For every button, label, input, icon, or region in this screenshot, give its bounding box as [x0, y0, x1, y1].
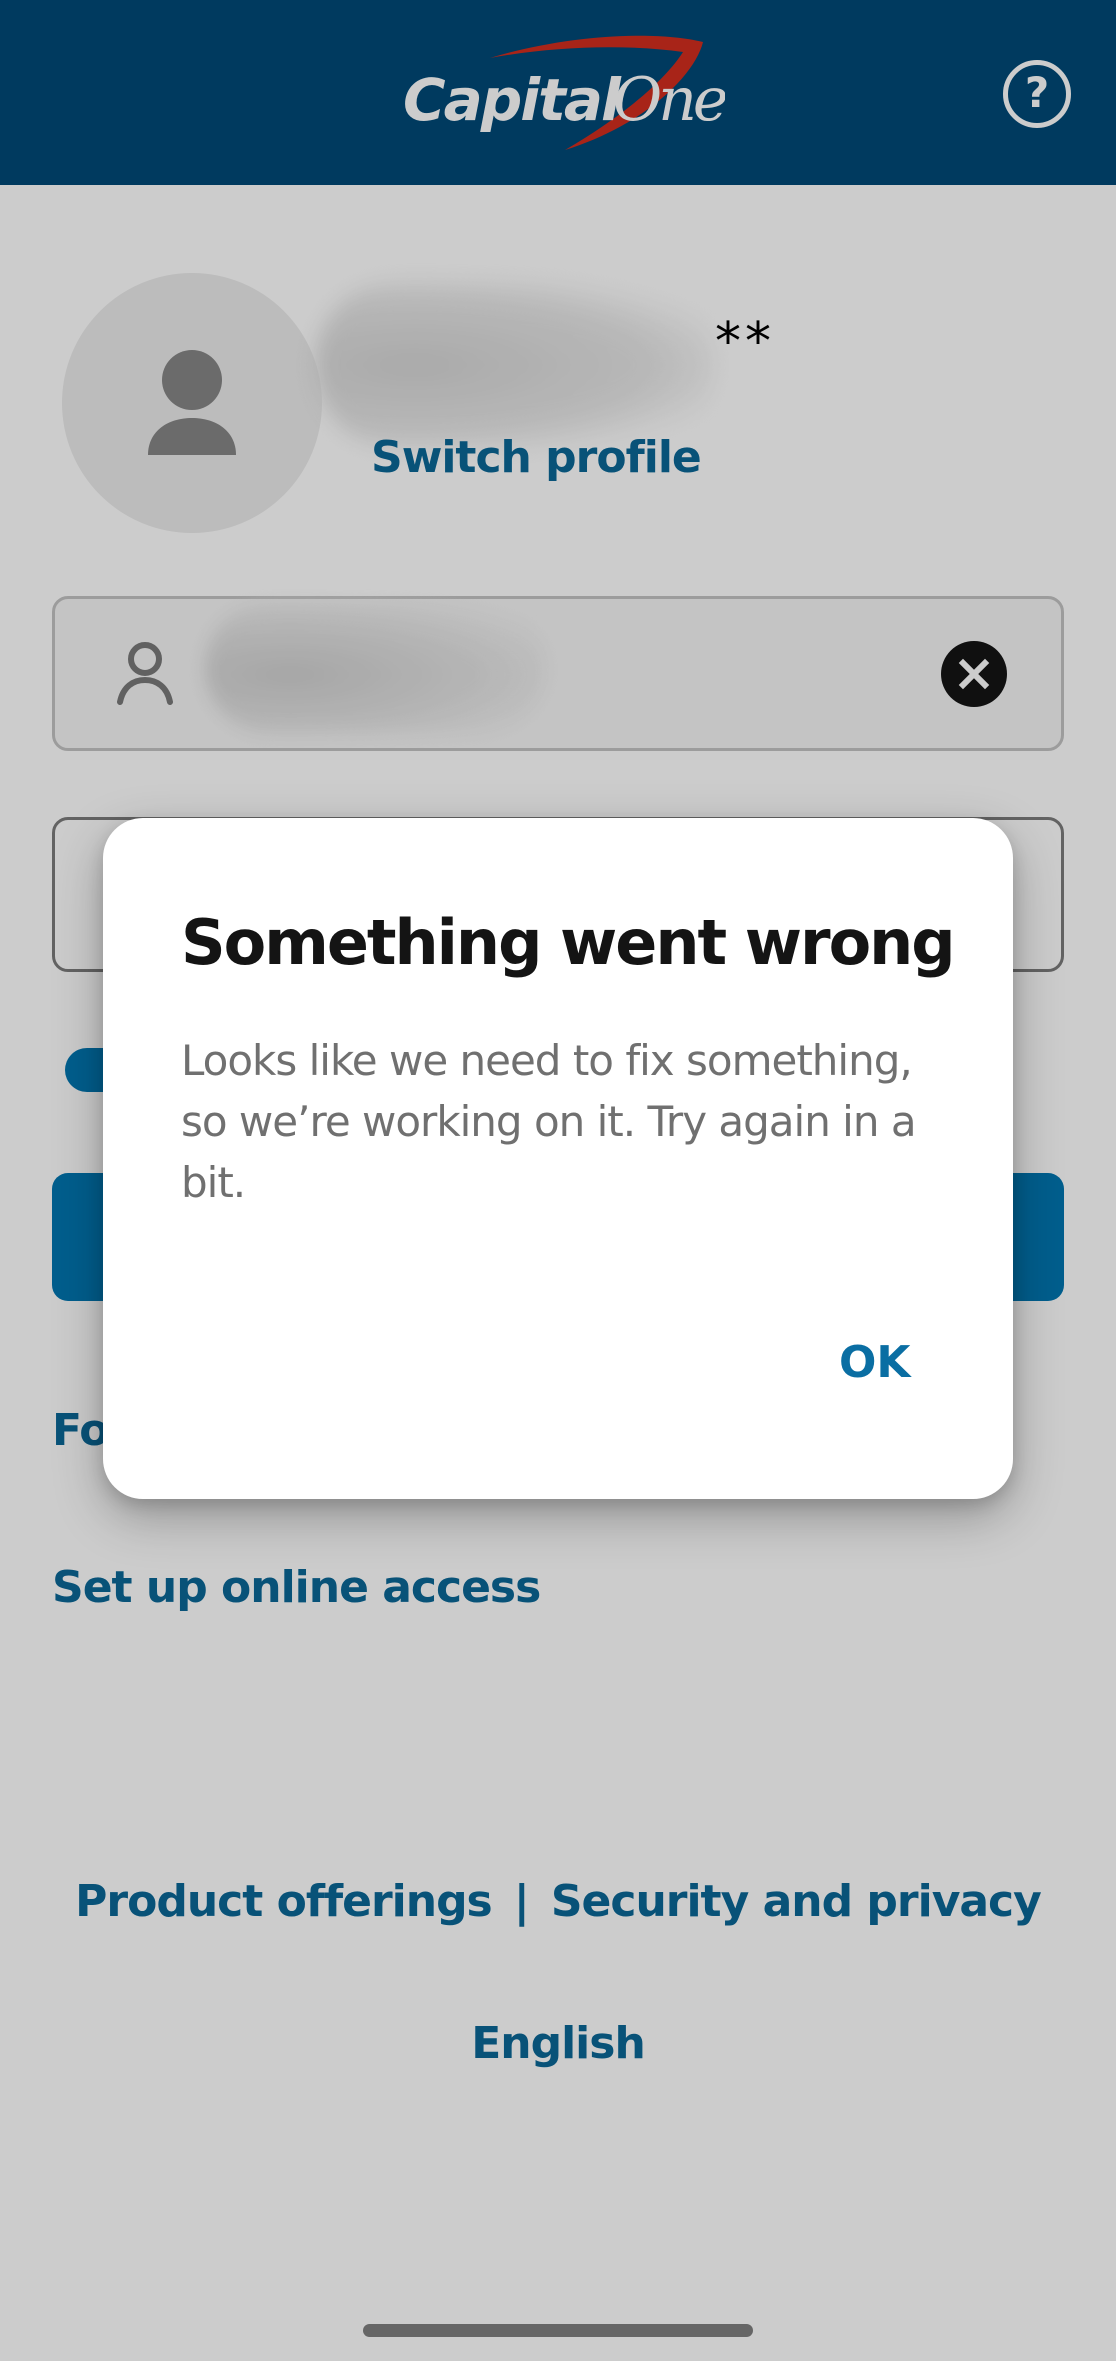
dialog-message: Looks like we need to fix something, so … — [181, 1036, 917, 1207]
dialog-title: Something went wrong — [181, 906, 956, 979]
home-indicator[interactable] — [363, 2324, 753, 2337]
ok-button[interactable]: OK — [833, 1333, 917, 1392]
error-dialog: Something went wrong Looks like we need … — [103, 818, 1013, 1499]
login-screen: Capital One ? ** Switch profile Fo Set u… — [0, 0, 1116, 2361]
